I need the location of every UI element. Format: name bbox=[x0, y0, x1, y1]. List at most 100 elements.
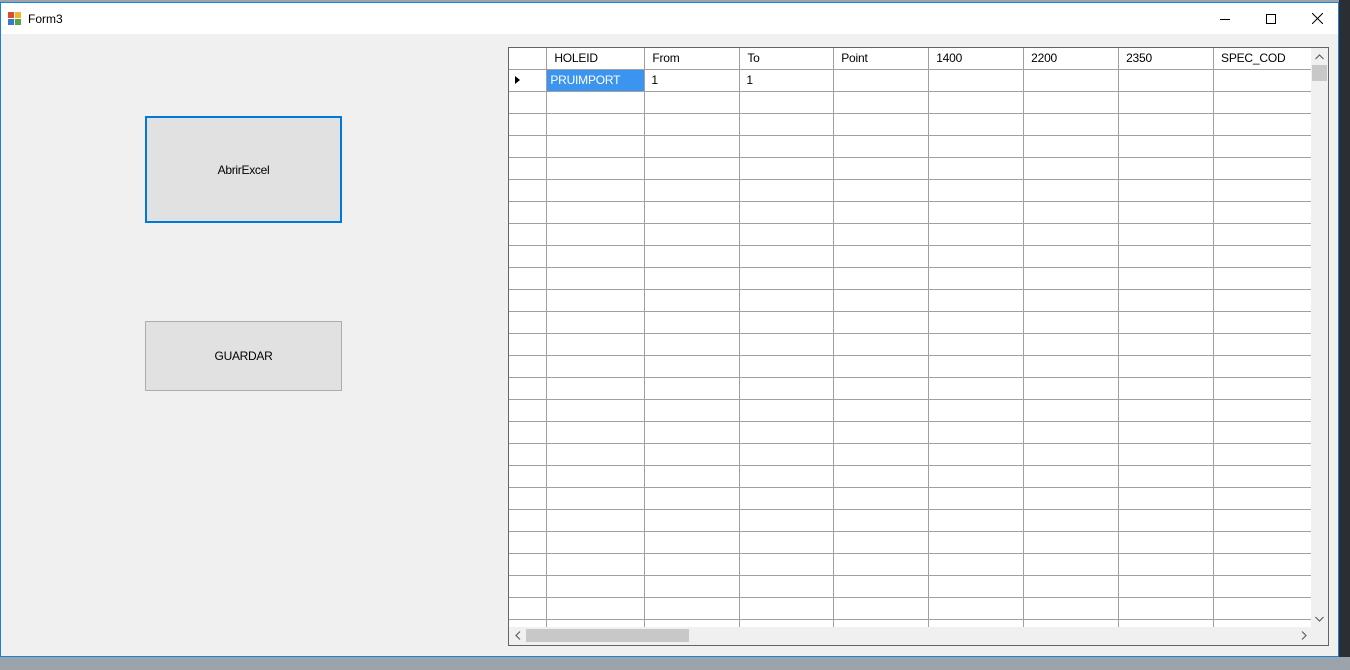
grid-cell[interactable] bbox=[1213, 531, 1312, 554]
grid-cell[interactable] bbox=[1118, 201, 1215, 224]
grid-cell[interactable] bbox=[546, 619, 646, 627]
grid-cell[interactable]: PRUIMPORT bbox=[546, 69, 646, 92]
grid-cell[interactable] bbox=[928, 179, 1025, 202]
grid-cell[interactable] bbox=[1023, 597, 1120, 620]
row-header[interactable] bbox=[509, 289, 548, 312]
grid-cell[interactable] bbox=[546, 355, 646, 378]
grid-cell[interactable] bbox=[644, 91, 741, 114]
grid-cell[interactable] bbox=[833, 421, 930, 444]
row-header[interactable] bbox=[509, 531, 548, 554]
grid-cell[interactable] bbox=[1213, 113, 1312, 136]
grid-cell[interactable] bbox=[1118, 157, 1215, 180]
grid-cell[interactable] bbox=[644, 333, 741, 356]
grid-cell[interactable] bbox=[546, 443, 646, 466]
grid-cell[interactable] bbox=[928, 69, 1025, 92]
grid-cell[interactable] bbox=[833, 553, 930, 576]
grid-cell[interactable] bbox=[1118, 377, 1215, 400]
grid-cell[interactable] bbox=[546, 223, 646, 246]
row-header[interactable] bbox=[509, 377, 548, 400]
grid-cell[interactable] bbox=[644, 311, 741, 334]
grid-cell[interactable] bbox=[1213, 333, 1312, 356]
column-header[interactable]: 1400 bbox=[928, 48, 1025, 70]
grid-cell[interactable] bbox=[739, 443, 835, 466]
grid-cell[interactable] bbox=[928, 619, 1025, 627]
vertical-scroll-thumb[interactable] bbox=[1312, 65, 1327, 81]
row-header[interactable] bbox=[509, 575, 548, 598]
grid-cell[interactable] bbox=[644, 487, 741, 510]
grid-cell[interactable] bbox=[739, 597, 835, 620]
grid-cell[interactable] bbox=[546, 113, 646, 136]
grid-cell[interactable] bbox=[1023, 69, 1120, 92]
grid-cell[interactable] bbox=[546, 91, 646, 114]
grid-cell[interactable] bbox=[1023, 399, 1120, 422]
grid-cell[interactable] bbox=[1023, 377, 1120, 400]
grid-cell[interactable] bbox=[1213, 135, 1312, 158]
grid-cell[interactable] bbox=[739, 223, 835, 246]
grid-cell[interactable] bbox=[739, 245, 835, 268]
grid-cell[interactable] bbox=[833, 355, 930, 378]
grid-cell[interactable] bbox=[833, 311, 930, 334]
grid-cell[interactable] bbox=[644, 575, 741, 598]
grid-cell[interactable] bbox=[1118, 333, 1215, 356]
grid-cell[interactable] bbox=[833, 245, 930, 268]
grid-cell[interactable] bbox=[1118, 223, 1215, 246]
grid-cell[interactable] bbox=[833, 179, 930, 202]
horizontal-scroll-thumb[interactable] bbox=[526, 629, 689, 642]
grid-cell[interactable] bbox=[1023, 289, 1120, 312]
grid-cell[interactable] bbox=[833, 443, 930, 466]
row-header[interactable] bbox=[509, 223, 548, 246]
grid-cell[interactable] bbox=[1118, 443, 1215, 466]
grid-cell[interactable] bbox=[1118, 531, 1215, 554]
grid-cell[interactable] bbox=[1118, 597, 1215, 620]
horizontal-scrollbar[interactable] bbox=[509, 627, 1312, 645]
grid-cell[interactable] bbox=[1118, 289, 1215, 312]
grid-cell[interactable]: 1 bbox=[644, 69, 741, 92]
row-header[interactable] bbox=[509, 399, 548, 422]
grid-cell[interactable] bbox=[833, 487, 930, 510]
grid-cell[interactable] bbox=[739, 333, 835, 356]
grid-cell[interactable] bbox=[833, 91, 930, 114]
row-header[interactable] bbox=[509, 443, 548, 466]
grid-cell[interactable] bbox=[833, 377, 930, 400]
grid-cell[interactable] bbox=[739, 575, 835, 598]
grid-cell[interactable] bbox=[546, 421, 646, 444]
grid-cell[interactable] bbox=[833, 619, 930, 627]
grid-cell[interactable] bbox=[1213, 575, 1312, 598]
vertical-scrollbar[interactable] bbox=[1311, 48, 1328, 627]
grid-cell[interactable] bbox=[1023, 619, 1120, 627]
grid-cell[interactable] bbox=[739, 311, 835, 334]
grid-cell[interactable] bbox=[739, 465, 835, 488]
grid-cell[interactable] bbox=[833, 333, 930, 356]
grid-cell[interactable] bbox=[928, 201, 1025, 224]
grid-cell[interactable] bbox=[928, 113, 1025, 136]
grid-cell[interactable] bbox=[1213, 69, 1312, 92]
open-excel-button[interactable]: AbrirExcel bbox=[145, 116, 342, 223]
grid-cell[interactable] bbox=[928, 157, 1025, 180]
grid-cell[interactable] bbox=[1023, 157, 1120, 180]
grid-cell[interactable] bbox=[1023, 311, 1120, 334]
column-header[interactable]: Point bbox=[833, 48, 930, 70]
column-header[interactable]: From bbox=[644, 48, 741, 70]
grid-cell[interactable] bbox=[644, 399, 741, 422]
grid-cell[interactable] bbox=[1118, 421, 1215, 444]
grid-cell[interactable] bbox=[1023, 333, 1120, 356]
grid-cell[interactable] bbox=[928, 91, 1025, 114]
grid-cell[interactable] bbox=[1213, 289, 1312, 312]
row-header[interactable] bbox=[509, 245, 548, 268]
grid-cell[interactable] bbox=[833, 267, 930, 290]
row-header[interactable] bbox=[509, 355, 548, 378]
grid-cell[interactable] bbox=[1023, 267, 1120, 290]
grid-cell[interactable] bbox=[833, 575, 930, 598]
grid-cell[interactable] bbox=[644, 201, 741, 224]
grid-cell[interactable] bbox=[644, 421, 741, 444]
grid-cell[interactable] bbox=[1213, 399, 1312, 422]
grid-cell[interactable] bbox=[644, 113, 741, 136]
grid-cell[interactable] bbox=[1213, 443, 1312, 466]
row-header[interactable] bbox=[509, 267, 548, 290]
grid-cell[interactable] bbox=[1213, 355, 1312, 378]
grid-cell[interactable] bbox=[644, 377, 741, 400]
grid-cell[interactable] bbox=[928, 355, 1025, 378]
grid-cell[interactable] bbox=[739, 377, 835, 400]
grid-cell[interactable] bbox=[1023, 91, 1120, 114]
grid-cell[interactable] bbox=[1023, 465, 1120, 488]
